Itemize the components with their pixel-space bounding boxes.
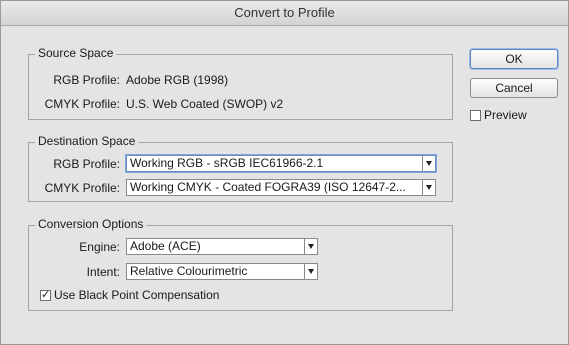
- source-rgb-profile-value: Adobe RGB (1998): [126, 73, 229, 87]
- black-point-compensation-label[interactable]: Use Black Point Compensation: [54, 288, 219, 302]
- destination-rgb-profile-label: RGB Profile:: [53, 157, 120, 171]
- intent-label: Intent:: [86, 265, 120, 279]
- intent-value: Relative Colourimetric: [130, 264, 248, 278]
- ok-button[interactable]: OK: [470, 49, 558, 69]
- preview-label[interactable]: Preview: [484, 108, 527, 122]
- cancel-button[interactable]: Cancel: [470, 78, 558, 98]
- preview-checkbox[interactable]: [470, 110, 481, 121]
- chevron-down-icon: [422, 156, 435, 171]
- convert-to-profile-dialog: Convert to Profile Source Space RGB Prof…: [0, 0, 569, 345]
- black-point-compensation-checkbox[interactable]: ✓: [40, 290, 51, 301]
- engine-select[interactable]: Adobe (ACE): [126, 238, 318, 255]
- source-space-legend: Source Space: [35, 46, 117, 60]
- chevron-down-icon: [422, 180, 435, 195]
- destination-cmyk-profile-value: Working CMYK - Coated FOGRA39 (ISO 12647…: [130, 180, 406, 194]
- conversion-options-legend: Conversion Options: [35, 217, 147, 231]
- destination-cmyk-profile-label: CMYK Profile:: [44, 181, 120, 195]
- engine-value: Adobe (ACE): [130, 239, 201, 253]
- destination-cmyk-profile-select[interactable]: Working CMYK - Coated FOGRA39 (ISO 12647…: [126, 179, 436, 196]
- dialog-title: Convert to Profile: [1, 1, 568, 26]
- destination-space-legend: Destination Space: [35, 134, 139, 148]
- source-rgb-profile-label: RGB Profile:: [53, 73, 120, 87]
- source-cmyk-profile-value: U.S. Web Coated (SWOP) v2: [126, 97, 284, 111]
- chevron-down-icon: [304, 239, 317, 254]
- destination-rgb-profile-select[interactable]: Working RGB - sRGB IEC61966-2.1: [126, 155, 436, 172]
- engine-label: Engine:: [79, 240, 120, 254]
- source-cmyk-profile-label: CMYK Profile:: [44, 97, 120, 111]
- intent-select[interactable]: Relative Colourimetric: [126, 263, 318, 280]
- destination-rgb-profile-value: Working RGB - sRGB IEC61966-2.1: [130, 156, 324, 170]
- chevron-down-icon: [304, 264, 317, 279]
